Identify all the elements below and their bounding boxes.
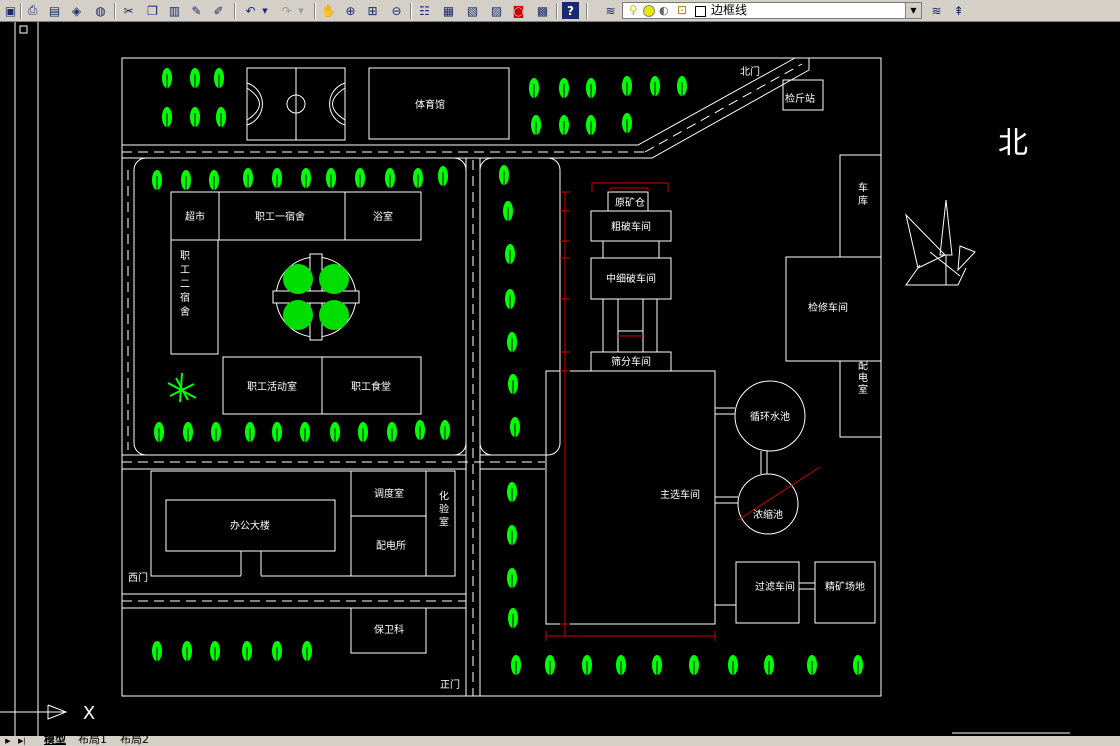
buildings bbox=[150, 67, 882, 654]
circ-pool-label: 循环水池 bbox=[750, 410, 790, 423]
plot-preview-icon[interactable]: ▤ bbox=[46, 2, 63, 19]
next-tab-icon[interactable]: ▶| bbox=[16, 736, 28, 746]
distribution-label: 配电室 bbox=[856, 360, 868, 396]
repair-label: 检修车间 bbox=[808, 301, 848, 314]
markup-icon[interactable]: ◙ bbox=[510, 2, 527, 19]
bath-label: 浴室 bbox=[373, 210, 393, 223]
dorm1-label: 职工一宿舍 bbox=[255, 210, 305, 223]
zoom-previous-icon[interactable]: ⊖ bbox=[388, 2, 405, 19]
tool-palettes-icon[interactable]: ▧ bbox=[464, 2, 481, 19]
toolbar-separator bbox=[586, 3, 588, 19]
site-boundary bbox=[121, 57, 882, 697]
3d-dwf-icon[interactable]: ◍ bbox=[92, 2, 109, 19]
ucs-icon bbox=[0, 704, 68, 720]
design-center-icon[interactable]: ▦ bbox=[440, 2, 457, 19]
toolbar-separator bbox=[410, 3, 412, 19]
toolbar-separator bbox=[20, 3, 22, 19]
make-layer-current-icon[interactable]: ≋ bbox=[928, 2, 945, 19]
garage-label: 车库 bbox=[856, 181, 868, 208]
canteen-label: 职工食堂 bbox=[351, 380, 391, 393]
main-gate-label: 正门 bbox=[440, 678, 460, 691]
north-gate-label: 北门 bbox=[740, 65, 760, 78]
pan-icon[interactable]: ✋ bbox=[320, 2, 337, 19]
paste-icon[interactable]: ▥ bbox=[166, 2, 183, 19]
activity-label: 职工活动室 bbox=[247, 380, 297, 393]
properties-icon[interactable]: ☷ bbox=[416, 2, 433, 19]
basketball-court bbox=[246, 67, 346, 141]
lock-icon[interactable]: ⊡ bbox=[677, 3, 687, 17]
layer-name: 边框线 bbox=[711, 3, 748, 17]
north-arrow-icon bbox=[905, 199, 976, 286]
layout-tabs: ▶ ▶| 模型 布局1 布局2 bbox=[0, 736, 1120, 746]
toolbar-separator bbox=[556, 3, 558, 19]
raw-ore-label: 原矿仓 bbox=[615, 196, 645, 209]
tab-model[interactable]: 模型 bbox=[44, 736, 66, 746]
lightbulb-icon[interactable]: ♀ bbox=[629, 3, 638, 17]
print-icon[interactable]: ⎙ bbox=[24, 2, 41, 19]
ucs-x-label: X bbox=[83, 703, 95, 724]
drawing-area[interactable]: 北门 检斤站 体育馆 超市 职工一宿舍 浴室 职工活动室 职工食堂 调度室 办公… bbox=[0, 22, 1120, 736]
supermarket-label: 超市 bbox=[185, 210, 205, 223]
office-label: 办公大楼 bbox=[230, 519, 270, 532]
sun-icon[interactable] bbox=[643, 5, 655, 17]
help-icon[interactable]: ? bbox=[562, 2, 579, 19]
palm-tree-icon bbox=[167, 372, 197, 403]
undo-icon[interactable]: ↶ bbox=[242, 2, 259, 19]
dispatch-label: 调度室 bbox=[374, 487, 404, 500]
tab-layout2[interactable]: 布局2 bbox=[120, 736, 149, 746]
chevron-down-icon[interactable]: ▼ bbox=[905, 3, 921, 18]
zoom-realtime-icon[interactable]: ⊕ bbox=[342, 2, 359, 19]
layer-previous-icon[interactable]: ⇞ bbox=[950, 2, 967, 19]
main-plant-label: 主选车间 bbox=[660, 488, 700, 501]
toolbar-separator bbox=[114, 3, 116, 19]
coarse-label: 粗破车间 bbox=[611, 220, 651, 233]
quick-calc-icon[interactable]: ▩ bbox=[534, 2, 551, 19]
gym-label: 体育馆 bbox=[415, 98, 445, 111]
zoom-window-icon[interactable]: ⊞ bbox=[364, 2, 381, 19]
save-icon[interactable]: ▣ bbox=[2, 2, 19, 19]
concentrate-label: 精矿场地 bbox=[825, 580, 865, 593]
publish-icon[interactable]: ◈ bbox=[68, 2, 85, 19]
roads bbox=[121, 57, 810, 696]
sheet-set-icon[interactable]: ▨ bbox=[488, 2, 505, 19]
first-tab-icon[interactable]: ▶ bbox=[2, 736, 14, 746]
dorm2-label: 职工二宿舍 bbox=[178, 250, 190, 320]
match-properties-icon[interactable]: ✎ bbox=[188, 2, 205, 19]
viewport-freeze-icon[interactable]: ◐ bbox=[659, 4, 669, 17]
security-label: 保卫科 bbox=[374, 623, 404, 636]
inspection-station-label: 检斤站 bbox=[785, 92, 815, 105]
west-gate-label: 西门 bbox=[128, 571, 148, 584]
layer-manager-icon[interactable]: ≋ bbox=[602, 2, 619, 19]
north-label: 北 bbox=[998, 126, 1028, 161]
copy-icon[interactable]: ❐ bbox=[144, 2, 161, 19]
thickener-tank bbox=[737, 473, 799, 535]
standard-toolbar: ▣ ⎙ ▤ ◈ ◍ ✂ ❐ ▥ ✎ ✐ ↶ ▼ ↷ ▼ ✋ ⊕ ⊞ ⊖ ☷ ▦ … bbox=[0, 0, 1120, 22]
redo-icon[interactable]: ↷ bbox=[278, 2, 295, 19]
block-editor-icon[interactable]: ✐ bbox=[210, 2, 227, 19]
layer-color-swatch bbox=[695, 6, 706, 17]
medium-fine-label: 中细破车间 bbox=[606, 272, 656, 285]
screening-label: 筛分车间 bbox=[611, 355, 651, 368]
power-room-label: 配电所 bbox=[376, 539, 406, 552]
office-block bbox=[150, 470, 456, 577]
toolbar-separator bbox=[234, 3, 236, 19]
redo-dropdown-icon[interactable]: ▼ bbox=[296, 2, 306, 19]
undo-dropdown-icon[interactable]: ▼ bbox=[260, 2, 270, 19]
viewport-frame bbox=[14, 22, 1070, 736]
thickener-label: 浓缩池 bbox=[753, 508, 783, 521]
toolbar-separator bbox=[314, 3, 316, 19]
tab-layout1[interactable]: 布局1 bbox=[78, 736, 107, 746]
filter-label: 过滤车间 bbox=[755, 580, 795, 593]
cut-icon[interactable]: ✂ bbox=[120, 2, 137, 19]
lab-label: 化验室 bbox=[437, 489, 449, 529]
circular-garden bbox=[272, 253, 360, 341]
layer-control-dropdown[interactable]: ♀ ◐ ⊡ 边框线 ▼ bbox=[622, 2, 922, 19]
